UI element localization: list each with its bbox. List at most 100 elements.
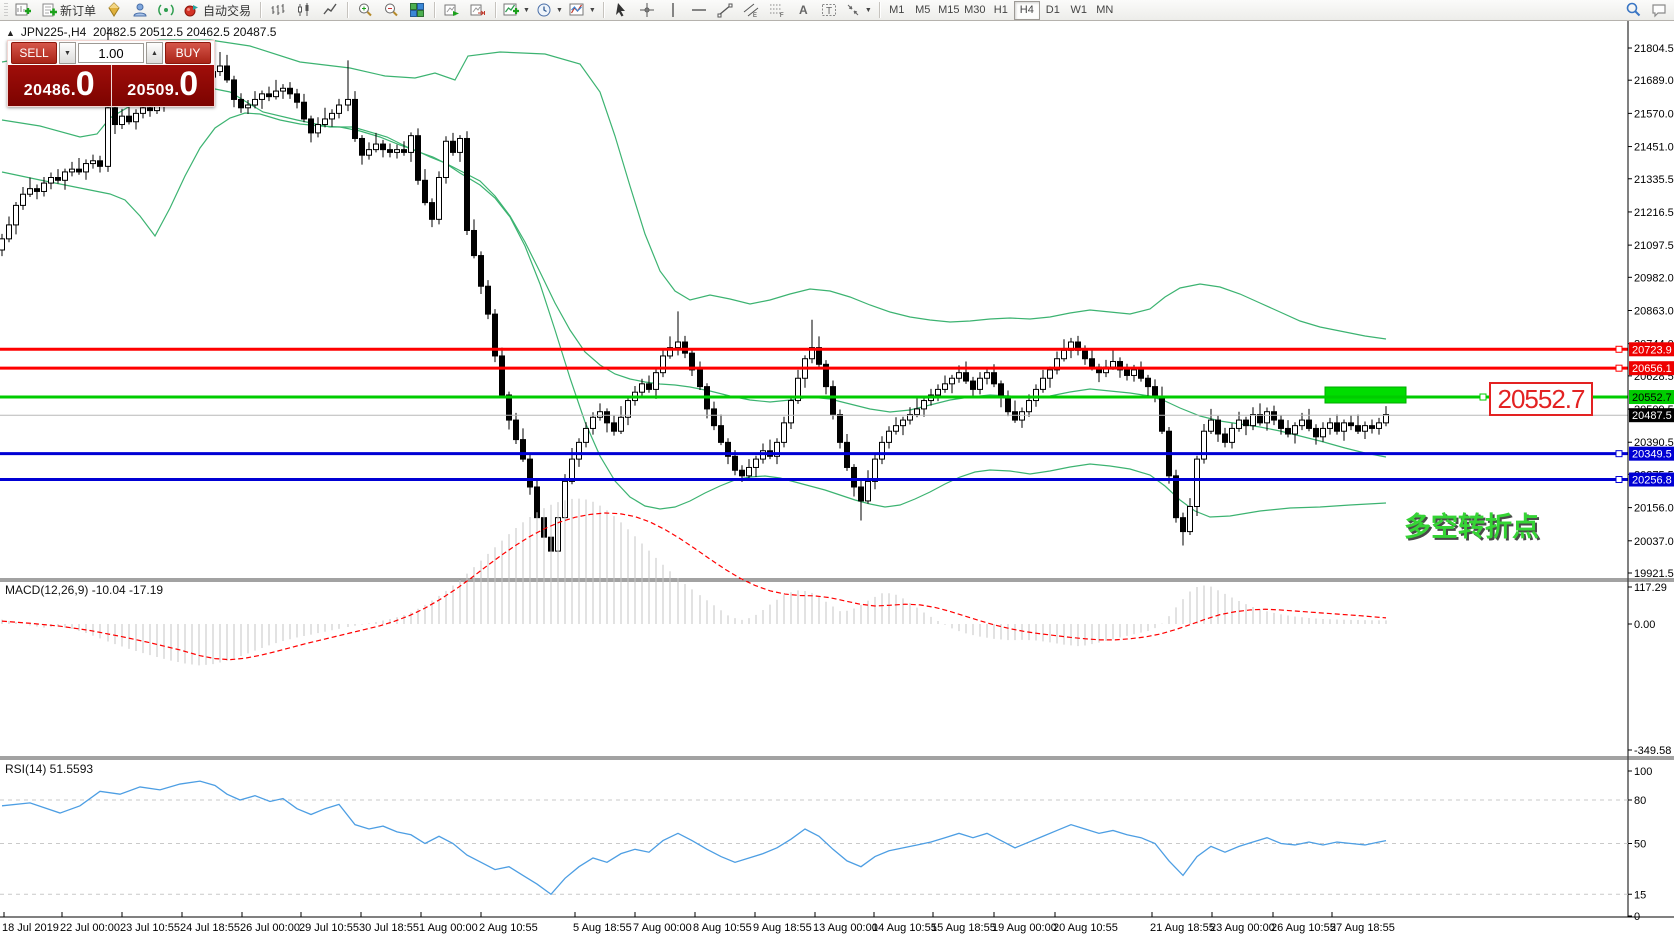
hline-support-2-handle[interactable]	[1616, 477, 1622, 483]
candle-bearish	[1083, 350, 1088, 358]
candle-bearish	[712, 409, 717, 426]
hline-resistance-2-handle[interactable]	[1616, 365, 1622, 371]
timeframe-m1-button[interactable]: M1	[884, 1, 910, 20]
toolbar-autotrading-button[interactable]: 自动交易	[179, 0, 256, 20]
toolbar-crosshair-button[interactable]	[634, 0, 660, 20]
toolbar-separator	[603, 2, 604, 18]
candle-bearish	[1006, 398, 1011, 412]
toolbar-arrows-button[interactable]: ▼	[842, 0, 875, 20]
toolbar-trend-line-button[interactable]	[712, 0, 738, 20]
toolbar-tile-windows-button[interactable]	[404, 0, 430, 20]
candle-bullish	[922, 401, 927, 409]
candle-bullish	[901, 420, 906, 426]
candle-bullish	[367, 150, 372, 156]
toolbar-zoom-out-button[interactable]	[378, 0, 404, 20]
candle-bullish	[141, 108, 146, 114]
toolbar-zoom-in-button[interactable]	[352, 0, 378, 20]
candle-bullish	[70, 169, 75, 172]
candle-bullish	[1363, 426, 1368, 432]
volume-input[interactable]: 1.00	[78, 43, 144, 63]
toolbar-experts-button[interactable]	[101, 0, 127, 20]
toolbar-signals-button[interactable]	[153, 0, 179, 20]
timeframe-h1-button[interactable]: H1	[988, 1, 1014, 20]
timeframe-m5-button[interactable]: M5	[910, 1, 936, 20]
chevron-down-icon[interactable]: ▼	[523, 7, 530, 14]
toolbar-cursor-button[interactable]	[608, 0, 634, 20]
toolbar-text-label-button[interactable]: T	[816, 0, 842, 20]
toolbar-equidistant-channel-button[interactable]: E	[738, 0, 764, 20]
timeframe-d1-button[interactable]: D1	[1040, 1, 1066, 20]
toolbar-grip[interactable]	[4, 3, 8, 17]
candle-bearish	[486, 286, 491, 314]
experts-icon	[106, 2, 122, 18]
chevron-down-icon[interactable]: ▼	[589, 7, 596, 14]
toolbar-vertical-line-button[interactable]	[660, 0, 686, 20]
hline-support-1-handle[interactable]	[1616, 451, 1622, 457]
candle-bullish	[120, 116, 125, 124]
candle-bearish	[500, 356, 505, 395]
candle-bullish	[444, 141, 449, 177]
candle-bearish	[1181, 518, 1186, 532]
volume-increase-button[interactable]: ▲	[146, 42, 163, 64]
timeframe-h4-button[interactable]: H4	[1014, 1, 1040, 20]
sell-price[interactable]: 20486.0	[8, 65, 112, 106]
green-rectangle-annotation[interactable]	[1325, 387, 1406, 403]
toolbar-text-button[interactable]: A	[790, 0, 816, 20]
annotation-text[interactable]: 多空转折点	[1404, 505, 1539, 544]
candle-bearish	[388, 150, 393, 153]
sell-button[interactable]: SELL	[11, 42, 57, 64]
text-label-icon: T	[821, 2, 837, 18]
toolbar-indicators-button[interactable]: ▼	[500, 0, 533, 20]
toolbar-periods-button[interactable]: ▼	[533, 0, 566, 20]
timeframe-mn-button[interactable]: MN	[1092, 1, 1118, 20]
candle-bullish	[274, 91, 279, 97]
toolbar-new-chart-button[interactable]	[10, 0, 36, 20]
volume-decrease-button[interactable]: ▼	[59, 42, 76, 64]
buy-price[interactable]: 20509.0	[112, 65, 215, 106]
candle-bearish	[1013, 412, 1018, 420]
toolbar-bar-chart-button[interactable]	[265, 0, 291, 20]
chevron-down-icon[interactable]: ▼	[556, 7, 563, 14]
toolbar-candle-chart-button[interactable]	[291, 0, 317, 20]
chevron-down-icon[interactable]: ▼	[865, 7, 872, 14]
candle-bearish	[127, 116, 132, 122]
candle-bullish	[1188, 507, 1193, 532]
timeframe-m15-button[interactable]: M15	[936, 1, 962, 20]
toolbar-new-order-button[interactable]: 新订单	[36, 0, 101, 20]
toolbar-publisher-button[interactable]	[127, 0, 153, 20]
toolbar-separator	[879, 2, 880, 18]
toolbar-templates-button[interactable]: ▼	[566, 0, 599, 20]
equidistant-channel-icon: E	[743, 2, 759, 18]
toolbar-chart-shift-button[interactable]	[465, 0, 491, 20]
hline-resistance-1-handle[interactable]	[1616, 346, 1622, 352]
price-tick-label: 21216.5	[1634, 207, 1674, 219]
date-tick-label: 22 Jul 00:00	[60, 922, 120, 934]
candle-bearish	[1279, 420, 1284, 428]
date-tick-label: 26 Aug 10:55	[1271, 922, 1336, 934]
candle-bearish	[267, 94, 272, 97]
buy-button[interactable]: BUY	[165, 42, 211, 64]
candle-bullish	[1251, 414, 1256, 425]
collapse-arrow-icon[interactable]: ▲	[6, 28, 15, 38]
toolbar-separator	[347, 2, 348, 18]
toolbar-chat-button[interactable]	[1646, 0, 1672, 20]
toolbar-auto-scroll-button[interactable]	[439, 0, 465, 20]
toolbar-line-chart-button[interactable]	[317, 0, 343, 20]
toolbar-fibonacci-button[interactable]: F	[764, 0, 790, 20]
candle-bearish	[148, 108, 153, 111]
timeframe-m30-button[interactable]: M30	[962, 1, 988, 20]
toolbar-search-button[interactable]	[1620, 0, 1646, 20]
toolbar-horizontal-line-button[interactable]	[686, 0, 712, 20]
candle-bearish	[1090, 359, 1095, 367]
timeframe-w1-button[interactable]: W1	[1066, 1, 1092, 20]
price-callout[interactable]: 20552.7	[1489, 382, 1593, 416]
candle-bullish	[887, 431, 892, 442]
candle-bearish	[992, 373, 997, 384]
buy-price-big-digit: 0	[179, 71, 198, 97]
search-icon	[1624, 2, 1642, 18]
candle-bullish	[1111, 362, 1116, 368]
price-tag-support-2: 20256.8	[1632, 475, 1672, 487]
hline-pivot-green-handle[interactable]	[1480, 394, 1486, 400]
candle-bearish	[423, 180, 428, 202]
line-chart-icon	[322, 2, 338, 18]
